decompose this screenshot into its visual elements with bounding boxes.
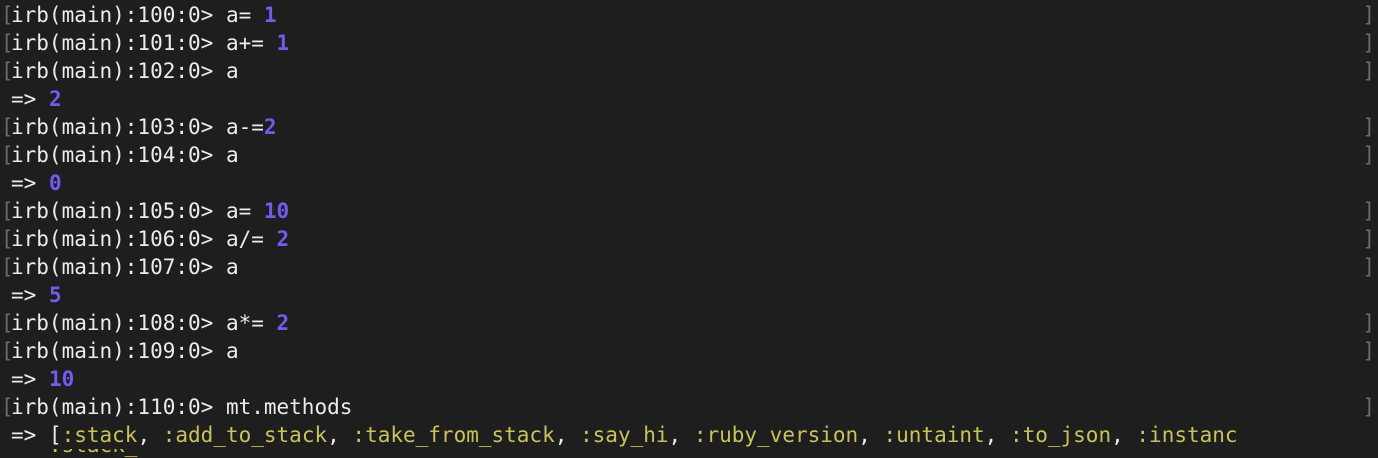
separator: ,	[668, 423, 694, 447]
number-literal: 2	[276, 227, 290, 251]
array-open-bracket: [	[48, 423, 62, 447]
code: a	[225, 255, 239, 279]
result-value: 10	[48, 367, 75, 391]
prompt: irb(main):109:0>	[11, 339, 226, 363]
result-arrow: =>	[11, 87, 49, 111]
line-mark-right: ]	[1362, 227, 1375, 251]
code: a=	[225, 3, 264, 27]
prompt: irb(main):100:0>	[11, 3, 226, 27]
method-symbol: :add_to_stack	[162, 423, 328, 447]
wrapped-overflow-line: :stack_	[0, 449, 1378, 458]
irb-line: [ irb(main):110:0> mt.methods ]	[0, 393, 1378, 421]
line-mark-right: ]	[1362, 199, 1375, 223]
separator: ,	[1111, 423, 1137, 447]
method-symbol: :stack	[61, 423, 138, 447]
prompt: irb(main):108:0>	[11, 311, 226, 335]
method-symbol: :untaint	[883, 423, 985, 447]
line-mark-right: ]	[1362, 255, 1375, 279]
prompt: irb(main):105:0>	[11, 199, 226, 223]
code: a/=	[225, 227, 277, 251]
line-mark-right: ]	[1362, 31, 1375, 55]
code: a*=	[225, 311, 277, 335]
code: a	[225, 339, 239, 363]
irb-line: [ irb(main):103:0> a-=2 ]	[0, 113, 1378, 141]
line-mark-right: ]	[1362, 3, 1375, 27]
terminal-window[interactable]: [ irb(main):100:0> a= 1 ] [ irb(main):10…	[0, 0, 1378, 458]
method-symbol: :ruby_version	[693, 423, 859, 447]
result-line: => 2	[0, 85, 1378, 113]
irb-line: [ irb(main):100:0> a= 1 ]	[0, 1, 1378, 29]
prompt: irb(main):107:0>	[11, 255, 226, 279]
result-arrow: =>	[11, 171, 49, 195]
line-mark-right: ]	[1362, 59, 1375, 83]
prompt: irb(main):102:0>	[11, 59, 226, 83]
code: mt.methods	[225, 395, 353, 419]
irb-line: [ irb(main):107:0> a ]	[0, 253, 1378, 281]
code: a	[225, 143, 239, 167]
irb-line: [ irb(main):104:0> a ]	[0, 141, 1378, 169]
result-value: 0	[48, 171, 62, 195]
method-symbol: :to_json	[1009, 423, 1112, 447]
irb-line: [ irb(main):105:0> a= 10 ]	[0, 197, 1378, 225]
result-value: 5	[48, 283, 62, 307]
irb-line: [ irb(main):109:0> a ]	[0, 337, 1378, 365]
number-literal: 1	[276, 31, 290, 55]
line-mark-right: ]	[1362, 339, 1375, 363]
line-mark-right: ]	[1362, 395, 1375, 419]
prompt: irb(main):103:0>	[11, 115, 226, 139]
separator: ,	[137, 423, 163, 447]
separator: ,	[554, 423, 581, 447]
code: a	[225, 59, 239, 83]
prompt: irb(main):106:0>	[11, 227, 226, 251]
separator: ,	[984, 423, 1010, 447]
code: a+=	[225, 31, 277, 55]
number-literal: 1	[263, 3, 277, 27]
line-mark-right: ]	[1362, 143, 1375, 167]
separator: ,	[858, 423, 884, 447]
methods-output-line: => [:stack, :add_to_stack, :take_from_st…	[0, 421, 1378, 449]
number-literal: 2	[276, 311, 290, 335]
method-symbol: :say_hi	[580, 423, 669, 447]
result-value: 2	[48, 87, 62, 111]
number-literal: 10	[263, 199, 290, 223]
prompt: irb(main):101:0>	[11, 31, 226, 55]
result-line: => 0	[0, 169, 1378, 197]
number-literal: 2	[263, 115, 277, 139]
overflow-fragment: :stack_	[11, 449, 757, 458]
irb-line: [ irb(main):101:0> a+= 1 ]	[0, 29, 1378, 57]
prompt: irb(main):110:0>	[11, 395, 226, 419]
line-mark-right: ]	[1362, 115, 1375, 139]
result-arrow: =>	[11, 367, 49, 391]
code: a=	[225, 199, 264, 223]
prompt: irb(main):104:0>	[11, 143, 226, 167]
method-symbol: :take_from_stack	[352, 423, 555, 447]
code: a-=	[225, 115, 264, 139]
line-mark-right: ]	[1362, 311, 1375, 335]
result-line: => 5	[0, 281, 1378, 309]
result-line: => 10	[0, 365, 1378, 393]
irb-line: [ irb(main):108:0> a*= 2 ]	[0, 309, 1378, 337]
irb-line: [ irb(main):106:0> a/= 2 ]	[0, 225, 1378, 253]
method-symbol-truncated: :instanc	[1136, 423, 1238, 447]
irb-line: [ irb(main):102:0> a ]	[0, 57, 1378, 85]
result-arrow: =>	[11, 423, 49, 447]
separator: ,	[327, 423, 353, 447]
result-arrow: =>	[11, 283, 49, 307]
